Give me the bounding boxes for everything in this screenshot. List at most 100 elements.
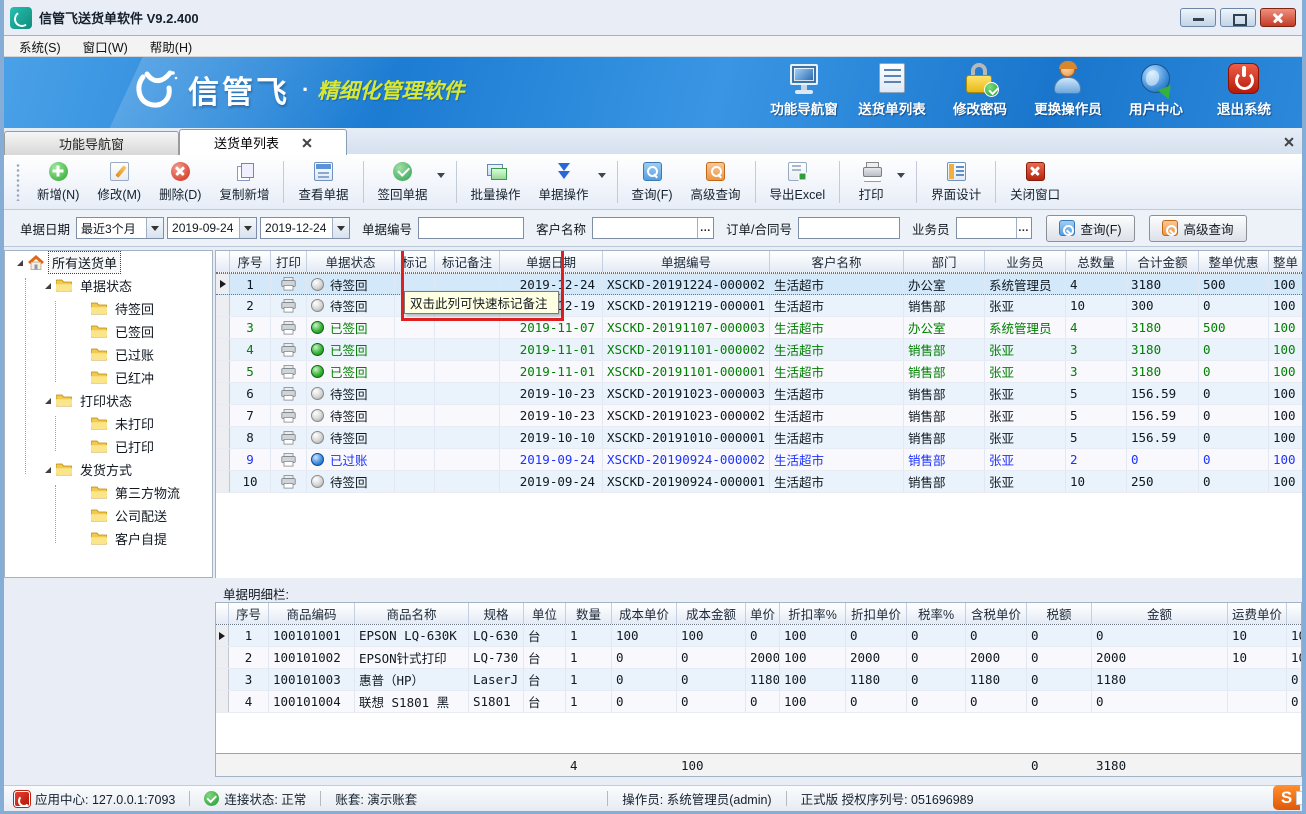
tree-item[interactable]: 客户自提 bbox=[5, 527, 212, 550]
detail-row[interactable]: 1100101001EPSON LQ-630KLQ-630台1100100010… bbox=[216, 625, 1301, 647]
chevron-down-icon[interactable] bbox=[897, 173, 905, 178]
toolbar-button-edit[interactable]: 修改(M) bbox=[88, 159, 150, 205]
column-header[interactable]: 规格 bbox=[469, 603, 524, 624]
column-header[interactable]: 总数量 bbox=[1066, 251, 1127, 272]
order-no-input[interactable] bbox=[799, 218, 899, 238]
tree-group-1[interactable]: 打印状态 bbox=[5, 389, 212, 412]
column-header[interactable]: 金额 bbox=[1092, 603, 1228, 624]
column-header[interactable]: 部门 bbox=[904, 251, 985, 272]
toolbar-button-excel[interactable]: 导出Excel bbox=[761, 159, 835, 205]
toolbar-button-magorange[interactable]: 高级查询 bbox=[682, 159, 750, 205]
order-row[interactable]: 2待签回2019-12-19XSCKD-20191219-000001生活超市销… bbox=[216, 295, 1302, 317]
maximize-button[interactable] bbox=[1220, 8, 1256, 27]
chevron-down-icon[interactable] bbox=[239, 218, 256, 238]
close-button[interactable] bbox=[1260, 8, 1296, 27]
tree-item[interactable]: 已签回 bbox=[5, 320, 212, 343]
column-header[interactable]: 折扣率% bbox=[780, 603, 846, 624]
salesman-lookup-button[interactable]: … bbox=[1016, 218, 1030, 238]
tree-item[interactable]: 已过账 bbox=[5, 343, 212, 366]
minimize-button[interactable] bbox=[1180, 8, 1216, 27]
banner-action-user[interactable]: 更换操作员 bbox=[1024, 63, 1112, 123]
column-header[interactable]: 序号 bbox=[230, 251, 271, 272]
banner-action-lock[interactable]: 修改密码 bbox=[936, 63, 1024, 123]
chevron-down-icon[interactable] bbox=[598, 173, 606, 178]
toolbar-button-add[interactable]: 新增(N) bbox=[28, 159, 88, 205]
date-from-select[interactable]: 2019-09-24 bbox=[167, 217, 257, 239]
tree-item[interactable]: 未打印 bbox=[5, 412, 212, 435]
column-header[interactable]: 商品名称 bbox=[355, 603, 469, 624]
tab-close-icon[interactable] bbox=[301, 137, 312, 148]
bill-no-input[interactable] bbox=[419, 218, 523, 238]
menu-item[interactable]: 帮助(H) bbox=[139, 35, 203, 58]
column-header[interactable]: 成本金额 bbox=[677, 603, 746, 624]
banner-action-power[interactable]: 退出系统 bbox=[1200, 63, 1288, 123]
column-header[interactable] bbox=[1287, 603, 1302, 624]
chevron-down-icon[interactable] bbox=[146, 218, 163, 238]
tree-group-0[interactable]: 单据状态 bbox=[5, 274, 212, 297]
toolbar-button-closewin[interactable]: 关闭窗口 bbox=[1001, 159, 1069, 205]
column-header[interactable]: 整单 bbox=[1269, 251, 1302, 272]
column-header[interactable]: 整单优惠 bbox=[1199, 251, 1269, 272]
tab-nav-window[interactable]: 功能导航窗 bbox=[4, 131, 179, 155]
column-header[interactable]: 打印 bbox=[271, 251, 307, 272]
column-header[interactable]: 标记 bbox=[395, 251, 435, 272]
toolbar-button-view[interactable]: 查看单据 bbox=[289, 159, 357, 205]
toolbar-button-design[interactable]: 界面设计 bbox=[922, 159, 990, 205]
tree-item[interactable]: 已打印 bbox=[5, 435, 212, 458]
detail-row[interactable]: 2100101002EPSON针式打印LQ-730台10020001002000… bbox=[216, 647, 1301, 669]
query-button[interactable]: 查询(F) bbox=[1046, 215, 1135, 242]
toolbar-button-magblue[interactable]: 查询(F) bbox=[623, 159, 682, 205]
date-range-select[interactable]: 最近3个月 bbox=[76, 217, 164, 239]
tab-delivery-list[interactable]: 送货单列表 bbox=[179, 129, 347, 155]
order-row[interactable]: 10待签回2019-09-24XSCKD-20190924-000001生活超市… bbox=[216, 471, 1302, 493]
chevron-down-icon[interactable] bbox=[332, 218, 349, 238]
tree-group-2[interactable]: 发货方式 bbox=[5, 458, 212, 481]
detail-row[interactable]: 4100101004联想 S1801 黑S1801台1000100000000 bbox=[216, 691, 1301, 713]
order-row[interactable]: 3已签回2019-11-07XSCKD-20191107-000003生活超市办… bbox=[216, 317, 1302, 339]
ime-badge[interactable]: S bbox=[1273, 785, 1300, 810]
banner-action-list[interactable]: 送货单列表 bbox=[848, 63, 936, 123]
order-row[interactable]: 5已签回2019-11-01XSCKD-20191101-000001生活超市销… bbox=[216, 361, 1302, 383]
column-header[interactable]: 折扣单价 bbox=[846, 603, 907, 624]
column-header[interactable]: 含税单价 bbox=[966, 603, 1027, 624]
date-to-select[interactable]: 2019-12-24 bbox=[260, 217, 350, 239]
customer-input[interactable] bbox=[593, 218, 697, 238]
column-header[interactable]: 单价 bbox=[746, 603, 780, 624]
expand-triangle-icon[interactable] bbox=[45, 467, 51, 473]
column-header[interactable]: 客户名称 bbox=[770, 251, 904, 272]
toolbar-button-batch[interactable]: 批量操作 bbox=[462, 159, 530, 205]
order-row[interactable]: 4已签回2019-11-01XSCKD-20191101-000002生活超市销… bbox=[216, 339, 1302, 361]
column-header[interactable]: 单据日期 bbox=[500, 251, 603, 272]
order-row[interactable]: 6待签回2019-10-23XSCKD-20191023-000003生活超市销… bbox=[216, 383, 1302, 405]
column-header[interactable]: 单位 bbox=[524, 603, 566, 624]
advanced-query-button[interactable]: 高级查询 bbox=[1149, 215, 1247, 242]
column-header[interactable]: 数量 bbox=[566, 603, 612, 624]
banner-action-globe[interactable]: 用户中心 bbox=[1112, 63, 1200, 123]
toolbar-button-print[interactable]: 打印 bbox=[845, 159, 897, 205]
customer-lookup-button[interactable]: … bbox=[697, 218, 713, 238]
toolbar-grip[interactable] bbox=[16, 163, 20, 201]
menu-item[interactable]: 窗口(W) bbox=[72, 35, 139, 58]
toolbar-button-signback[interactable]: 签回单据 bbox=[369, 159, 437, 205]
banner-action-monitor[interactable]: 功能导航窗 bbox=[760, 63, 848, 123]
column-header[interactable]: 税额 bbox=[1027, 603, 1092, 624]
column-header[interactable]: 合计金额 bbox=[1127, 251, 1199, 272]
column-header[interactable]: 运费单价 bbox=[1228, 603, 1287, 624]
tree-item[interactable]: 待签回 bbox=[5, 297, 212, 320]
order-row[interactable]: 8待签回2019-10-10XSCKD-20191010-000001生活超市销… bbox=[216, 427, 1302, 449]
column-header[interactable]: 商品编码 bbox=[269, 603, 355, 624]
toolbar-button-docops[interactable]: 单据操作 bbox=[530, 159, 598, 205]
order-row[interactable]: 7待签回2019-10-23XSCKD-20191023-000002生活超市销… bbox=[216, 405, 1302, 427]
expand-triangle-icon[interactable] bbox=[17, 260, 23, 266]
tree-item[interactable]: 第三方物流 bbox=[5, 481, 212, 504]
tabstrip-close-icon[interactable] bbox=[1283, 136, 1294, 147]
column-header[interactable]: 税率% bbox=[907, 603, 966, 624]
salesman-input[interactable] bbox=[957, 218, 1017, 238]
toolbar-button-delete[interactable]: 删除(D) bbox=[150, 159, 210, 205]
order-row[interactable]: 1待签回2019-12-24XSCKD-20191224-000002生活超市办… bbox=[216, 273, 1302, 295]
column-header[interactable]: 单据编号 bbox=[603, 251, 770, 272]
order-row[interactable]: 9已过账2019-09-24XSCKD-20190924-000002生活超市销… bbox=[216, 449, 1302, 471]
column-header[interactable]: 业务员 bbox=[985, 251, 1066, 272]
tree-item[interactable]: 公司配送 bbox=[5, 504, 212, 527]
tree-item-root[interactable]: 所有送货单 bbox=[5, 251, 212, 274]
